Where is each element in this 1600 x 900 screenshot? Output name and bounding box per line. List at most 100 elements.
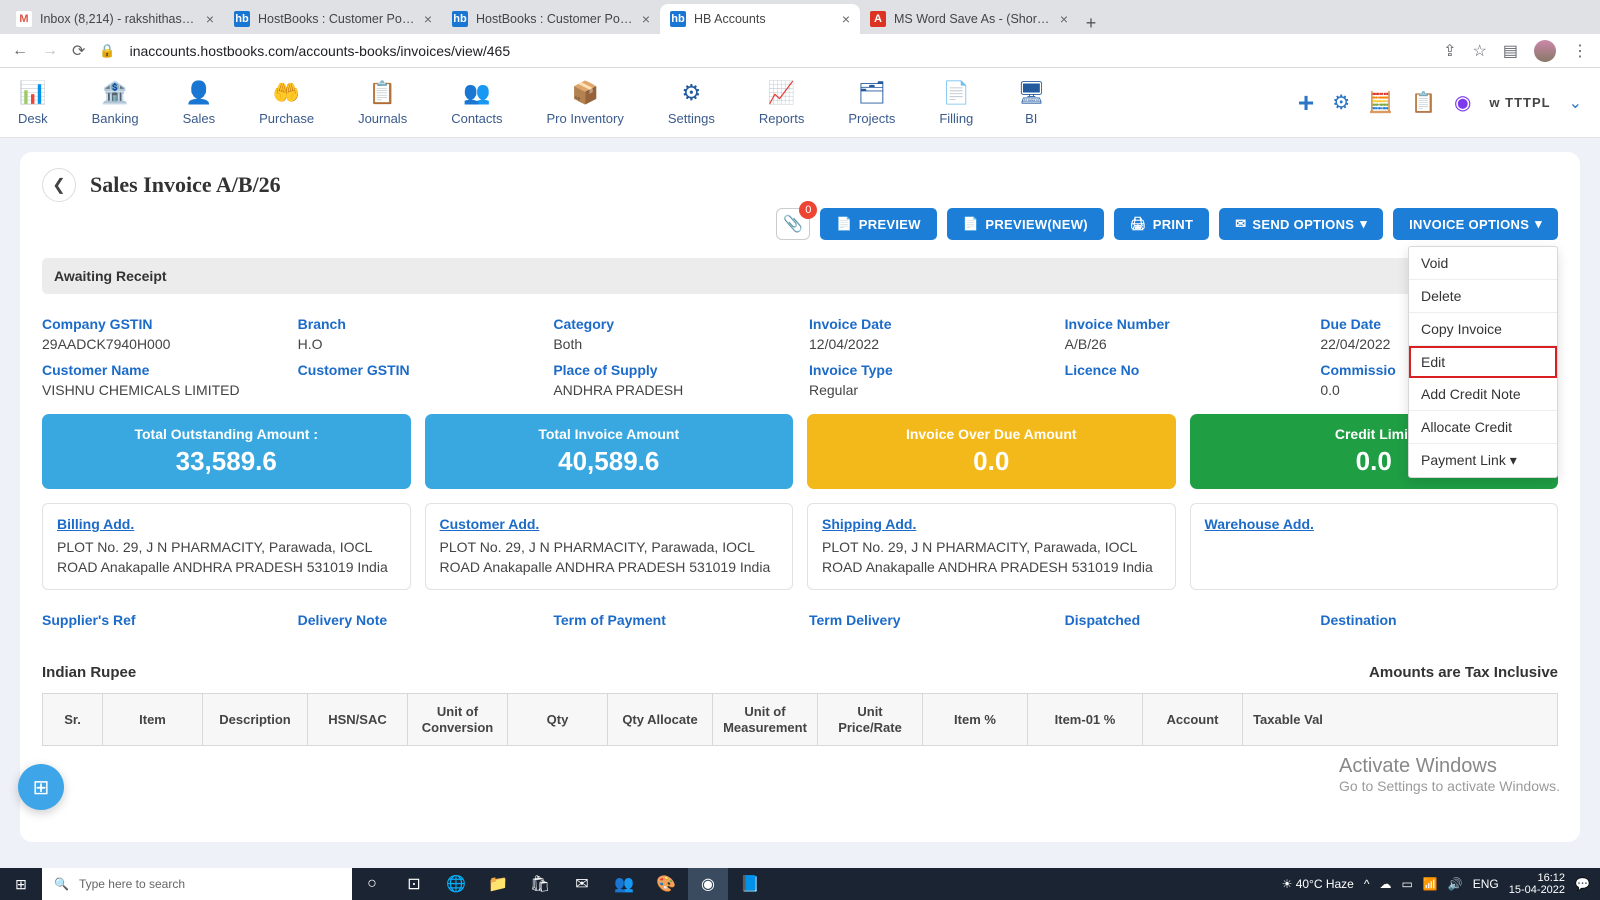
notifications-icon[interactable]: 💬 — [1575, 877, 1590, 891]
new-badge-icon[interactable]: ◉ — [1454, 90, 1471, 115]
gear-icon[interactable]: ⚙ — [1332, 90, 1350, 115]
dropdown-item[interactable]: Payment Link ▾ — [1409, 444, 1557, 477]
preview-new-button[interactable]: 📄PREVIEW(NEW) — [947, 208, 1104, 240]
task-view-icon[interactable]: ⊡ — [394, 868, 434, 900]
tab-close-icon[interactable]: × — [1060, 11, 1068, 27]
explorer-icon[interactable]: 📁 — [478, 868, 518, 900]
paint-icon[interactable]: 🎨 — [646, 868, 686, 900]
calculator-icon[interactable]: 🧮 — [1368, 90, 1393, 115]
nav-sales[interactable]: 👤Sales — [183, 79, 216, 126]
reading-list-icon[interactable]: ▤ — [1503, 41, 1518, 61]
start-button[interactable]: ⊞ — [0, 876, 42, 893]
dropdown-item[interactable]: Delete — [1409, 280, 1557, 313]
column-header[interactable]: Sr. — [43, 694, 103, 745]
nav-bi[interactable]: 🖥BI — [1017, 79, 1045, 126]
column-header[interactable]: HSN/SAC — [308, 694, 408, 745]
tab-close-icon[interactable]: × — [424, 11, 432, 27]
store-icon[interactable]: 🛍 — [520, 868, 560, 900]
column-header[interactable]: Item-01 % — [1028, 694, 1143, 745]
column-header[interactable]: Unit Price/Rate — [818, 694, 923, 745]
edge-icon[interactable]: 🌐 — [436, 868, 476, 900]
chrome-menu-icon[interactable]: ⋮ — [1572, 41, 1588, 61]
org-name[interactable]: ᴡ TTTPL — [1489, 95, 1550, 110]
cortana-icon[interactable]: ○ — [352, 868, 392, 900]
tax-note: Amounts are Tax Inclusive — [1369, 664, 1558, 681]
teams-icon[interactable]: 👥 — [604, 868, 644, 900]
supplementary-label: Term of Payment — [553, 612, 791, 628]
nav-banking[interactable]: 🏦Banking — [92, 79, 139, 126]
add-icon[interactable]: + — [1298, 87, 1314, 119]
tab-close-icon[interactable]: × — [842, 11, 850, 27]
nav-pro inventory[interactable]: 📦Pro Inventory — [547, 79, 624, 126]
new-tab-button[interactable]: + — [1078, 13, 1104, 34]
column-header[interactable]: Qty — [508, 694, 608, 745]
dropdown-item[interactable]: Add Credit Note — [1409, 378, 1557, 411]
supplementary-row: Supplier's RefDelivery NoteTerm of Payme… — [42, 612, 1558, 628]
print-button[interactable]: 🖨 PRINT — [1114, 208, 1209, 240]
mail-icon[interactable]: ✉ — [562, 868, 602, 900]
address-field[interactable]: inaccounts.hostbooks.com/accounts-books/… — [130, 43, 1430, 59]
lock-icon[interactable]: 🔒 — [99, 43, 115, 59]
dropdown-item[interactable]: Void — [1409, 247, 1557, 280]
info-field: Customer NameVISHNU CHEMICALS LIMITED — [42, 362, 280, 398]
word-icon[interactable]: 📘 — [730, 868, 770, 900]
onedrive-icon[interactable]: ☁ — [1380, 877, 1392, 891]
info-field: Licence No — [1065, 362, 1303, 398]
language-indicator[interactable]: ENG — [1473, 877, 1499, 891]
dropdown-item[interactable]: Allocate Credit — [1409, 411, 1557, 444]
dropdown-item[interactable]: Edit — [1409, 346, 1557, 378]
column-header[interactable]: Item — [103, 694, 203, 745]
share-icon[interactable]: ⇪ — [1443, 41, 1456, 61]
profile-avatar[interactable] — [1534, 40, 1556, 62]
tab-close-icon[interactable]: × — [206, 11, 214, 27]
windows-taskbar: ⊞ 🔍 Type here to search ○ ⊡ 🌐 📁 🛍 ✉ 👥 🎨 … — [0, 868, 1600, 900]
volume-icon[interactable]: 🔊 — [1448, 877, 1463, 891]
invoice-options-button[interactable]: INVOICE OPTIONS ▾ — [1393, 208, 1558, 240]
org-chevron-icon[interactable]: ⌄ — [1569, 93, 1582, 113]
nav-filling[interactable]: 📄Filling — [939, 79, 973, 126]
battery-icon[interactable]: ▭ — [1402, 877, 1413, 891]
browser-tab[interactable]: hbHostBooks : Customer Portal× — [224, 4, 442, 34]
apps-fab[interactable]: ⊞ — [18, 764, 64, 810]
back-button[interactable]: ❮ — [42, 168, 76, 202]
nav-reload-icon[interactable]: ⟳ — [72, 41, 85, 61]
tab-close-icon[interactable]: × — [642, 11, 650, 27]
column-header[interactable]: Description — [203, 694, 308, 745]
nav-projects[interactable]: 🗂Projects — [848, 79, 895, 126]
supplementary-label: Destination — [1320, 612, 1558, 628]
nav-settings[interactable]: ⚙Settings — [668, 79, 715, 126]
tray-chevron-icon[interactable]: ^ — [1364, 877, 1370, 891]
action-row: 📎0 📄 PREVIEW 📄PREVIEW(NEW) 🖨 PRINT ✉ SEN… — [42, 208, 1558, 240]
column-header[interactable]: Unit of Conversion — [408, 694, 508, 745]
column-header[interactable]: Account — [1143, 694, 1243, 745]
browser-tab[interactable]: hbHostBooks : Customer Portal× — [442, 4, 660, 34]
clock[interactable]: 16:1215-04-2022 — [1509, 872, 1565, 896]
column-header[interactable]: Taxable Val — [1243, 694, 1333, 745]
browser-tab[interactable]: hbHB Accounts× — [660, 4, 860, 34]
attachment-button[interactable]: 📎0 — [776, 208, 810, 240]
browser-tab[interactable]: AMS Word Save As - (Shortcut Ser× — [860, 4, 1078, 34]
line-items-header: Sr.ItemDescriptionHSN/SACUnit of Convers… — [42, 693, 1558, 746]
nav-desk[interactable]: 📊Desk — [18, 79, 48, 126]
column-header[interactable]: Unit of Measurement — [713, 694, 818, 745]
address-row: Billing Add.PLOT No. 29, J N PHARMACITY,… — [42, 503, 1558, 590]
wifi-icon[interactable]: 📶 — [1423, 877, 1438, 891]
supplementary-label: Supplier's Ref — [42, 612, 280, 628]
taskbar-search[interactable]: 🔍 Type here to search — [42, 868, 352, 900]
dropdown-item[interactable]: Copy Invoice — [1409, 313, 1557, 346]
preview-button[interactable]: 📄 PREVIEW — [820, 208, 937, 240]
nav-purchase[interactable]: 🤲Purchase — [259, 79, 314, 126]
nav-journals[interactable]: 📋Journals — [358, 79, 407, 126]
nav-contacts[interactable]: 👥Contacts — [451, 79, 502, 126]
bookmark-star-icon[interactable]: ☆ — [1473, 41, 1487, 61]
nav-reports[interactable]: 📈Reports — [759, 79, 805, 126]
column-header[interactable]: Item % — [923, 694, 1028, 745]
column-header[interactable]: Qty Allocate — [608, 694, 713, 745]
nav-forward-icon[interactable]: → — [42, 42, 58, 60]
browser-tab[interactable]: MInbox (8,214) - rakshithasu@gma× — [6, 4, 224, 34]
weather-widget[interactable]: ☀ 40°C Haze — [1282, 877, 1354, 891]
send-options-button[interactable]: ✉ SEND OPTIONS ▾ — [1219, 208, 1383, 240]
chrome-icon[interactable]: ◉ — [688, 868, 728, 900]
nav-back-icon[interactable]: ← — [12, 42, 28, 60]
notes-icon[interactable]: 📋 — [1411, 90, 1436, 115]
